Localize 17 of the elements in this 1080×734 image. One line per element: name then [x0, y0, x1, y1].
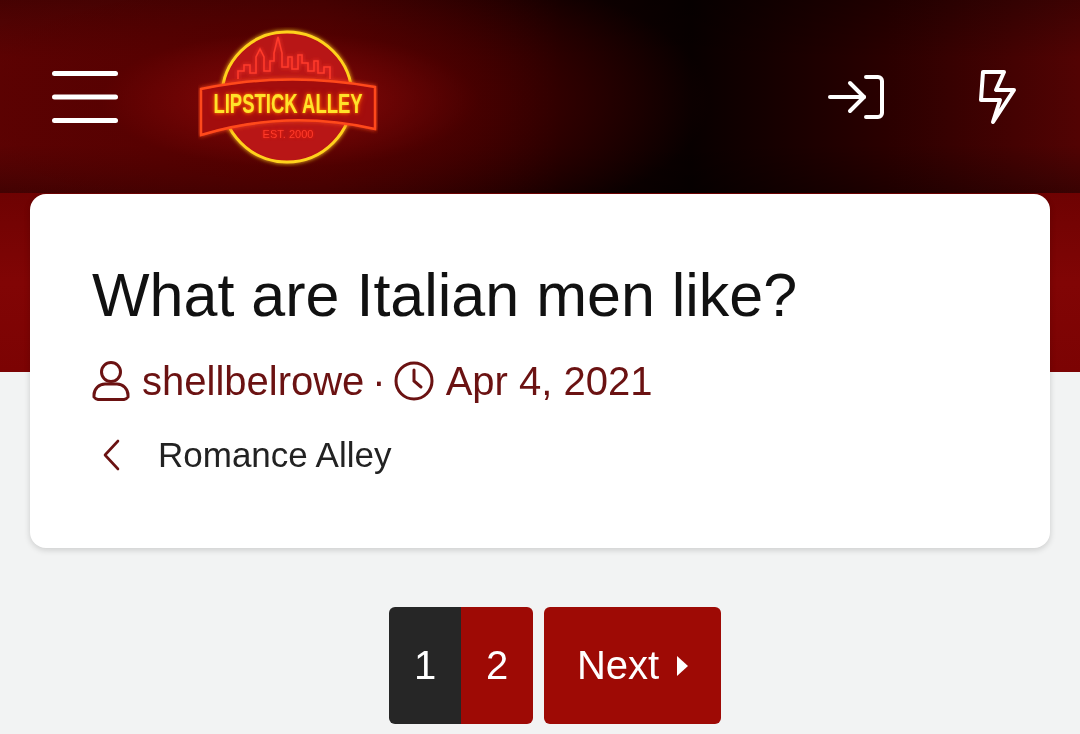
clock-icon [393, 361, 434, 401]
menu-icon[interactable] [52, 70, 118, 123]
user-icon [92, 361, 130, 401]
separator-dot: · [372, 358, 386, 404]
caret-right-icon [677, 655, 689, 676]
page-button[interactable]: 1 [389, 607, 461, 724]
author-name: shellbelrowe [142, 358, 365, 404]
sign-in-icon[interactable] [828, 74, 884, 119]
page-button[interactable]: 2 [461, 607, 533, 724]
breadcrumb-link[interactable]: Romance Alley [102, 434, 392, 476]
post-date: Apr 4, 2021 [445, 358, 653, 404]
next-button[interactable]: Next [544, 607, 721, 724]
thread-title: What are Italian men like? [92, 261, 798, 329]
logo-tagline: EST. 2000 [262, 127, 314, 141]
chevron-left-icon [102, 439, 120, 471]
logo-title: LIPSTICK ALLEY [213, 88, 363, 119]
lightning-icon[interactable] [979, 69, 1016, 124]
